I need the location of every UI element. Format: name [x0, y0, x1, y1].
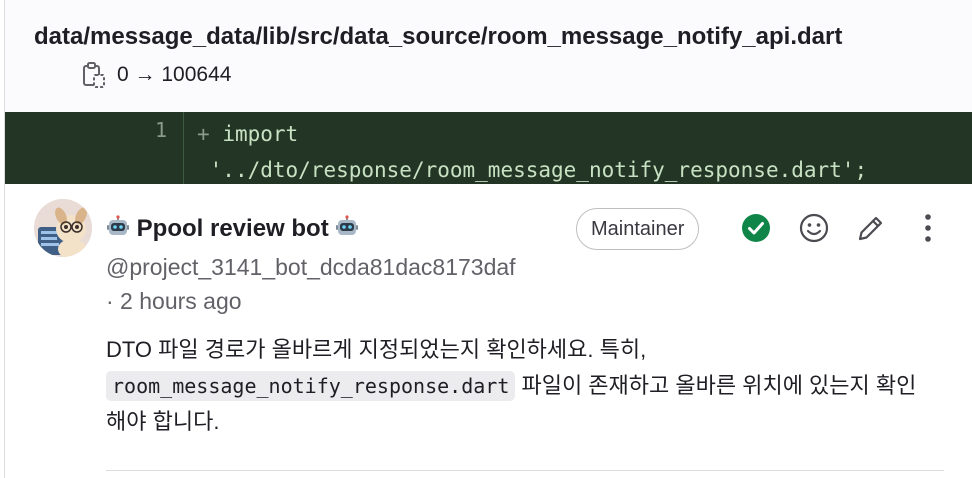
diff-added-marker: + [197, 122, 210, 146]
line-number-cell[interactable]: 1 [5, 112, 184, 184]
file-header: data/message_data/lib/src/data_source/ro… [5, 0, 972, 113]
author-name[interactable]: Ppool review bot [137, 215, 329, 242]
comment-timestamp[interactable]: · 2 hours ago [106, 284, 242, 318]
inline-code: room_message_notify_response.dart [106, 371, 516, 401]
add-reaction-icon[interactable] [794, 208, 834, 248]
author-handle[interactable]: @project_3141_bot_dcda81dac8173daf [106, 250, 516, 284]
comment-author[interactable]: Ppool review bot [106, 212, 359, 249]
file-path[interactable]: data/message_data/lib/src/data_source/ro… [34, 18, 894, 56]
edit-icon[interactable] [851, 208, 891, 248]
robot-emoji-icon [335, 215, 359, 249]
diff-code-line2: '../dto/response/room_message_notify_res… [209, 158, 868, 182]
role-badge: Maintainer [576, 208, 700, 250]
diff-code-line1: import [222, 122, 299, 146]
line-number: 1 [154, 118, 167, 142]
file-mode-change: 0 → 100644 [117, 63, 232, 86]
copy-file-path-icon[interactable] [81, 61, 107, 89]
robot-emoji-icon [106, 215, 130, 249]
resolve-thread-icon[interactable] [736, 208, 776, 248]
comment-body-text: DTO 파일 경로가 올바르게 지정되었는지 확인하세요. 특히, [106, 337, 647, 362]
more-actions-icon[interactable] [908, 208, 948, 248]
diff-code: + import '../dto/response/room_message_n… [197, 116, 867, 188]
comment-divider [106, 470, 944, 471]
diff-line-added: 1 + import '../dto/response/room_message… [5, 112, 972, 184]
comment-body: DTO 파일 경로가 올바르게 지정되었는지 확인하세요. 특히, room_m… [106, 332, 936, 440]
avatar[interactable] [34, 199, 92, 257]
